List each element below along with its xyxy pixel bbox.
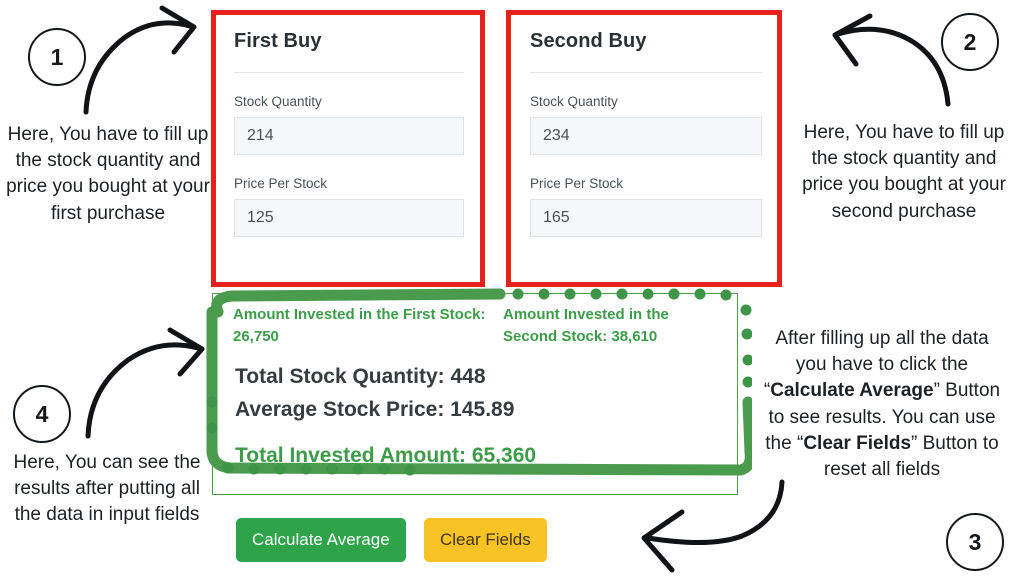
screenshot-canvas: First Buy Stock Quantity 214 Price Per S… [0,0,1024,576]
first-buy-price-input[interactable]: 125 [234,199,464,238]
result-second-stock-amount: Amount Invested in the Second Stock: 38,… [503,306,669,345]
clear-fields-button[interactable]: Clear Fields [424,518,547,562]
results-panel: Amount Invested in the First Stock: 26,7… [212,293,738,495]
arrow-icon-1 [83,5,197,115]
arrow-icon-4 [85,327,205,439]
second-buy-quantity-value: 234 [543,127,570,145]
first-buy-title: First Buy [234,30,322,52]
annotation-badge-3: 3 [946,513,1004,571]
first-buy-card: First Buy Stock Quantity 214 Price Per S… [216,16,478,280]
annotation-text-2: Here, You have to fill up the stock quan… [802,122,1006,222]
annotation-text-1: Here, You have to fill up the stock quan… [6,124,210,224]
arrow-icon-2 [832,13,951,107]
first-buy-quantity-label: Stock Quantity [234,94,322,109]
annotation-badge-4: 4 [13,385,71,443]
annotation-text-3: After filling up all the data you have t… [760,326,1004,483]
first-buy-quantity-value: 214 [247,127,274,145]
result-average-price: Average Stock Price: 145.89 [235,398,515,421]
second-buy-card: Second Buy Stock Quantity 234 Price Per … [512,16,776,280]
second-buy-title: Second Buy [530,30,647,52]
second-buy-divider [530,72,762,73]
result-total-quantity: Total Stock Quantity: 448 [235,365,486,388]
first-buy-price-label: Price Per Stock [234,176,328,192]
arrow-icon-3 [641,479,785,573]
second-buy-price-label: Price Per Stock [530,176,624,192]
second-buy-price-value: 165 [543,209,570,227]
first-buy-price-value: 125 [247,209,274,227]
first-buy-quantity-input[interactable]: 214 [234,117,464,156]
second-buy-quantity-label: Stock Quantity [530,94,618,109]
result-total-invested: Total Invested Amount: 65,360 [235,444,537,467]
second-buy-price-input[interactable]: 165 [530,199,762,238]
calculate-average-button[interactable]: Calculate Average [236,518,406,562]
result-first-stock-amount: Amount Invested in the First Stock: 26,7… [233,306,486,345]
annotation-badge-1: 1 [28,28,86,86]
first-buy-divider [234,72,464,73]
results-sub-row: Amount Invested in the First Stock: 26,7… [233,304,727,348]
annotation-text-3-bold-2: Clear Fields [803,432,912,454]
annotation-text-4: Here, You can see the results after putt… [13,452,201,526]
second-buy-quantity-input[interactable]: 234 [530,117,762,156]
annotation-badge-2: 2 [941,13,999,71]
annotation-text-3-bold-1: Calculate Average [770,380,934,402]
